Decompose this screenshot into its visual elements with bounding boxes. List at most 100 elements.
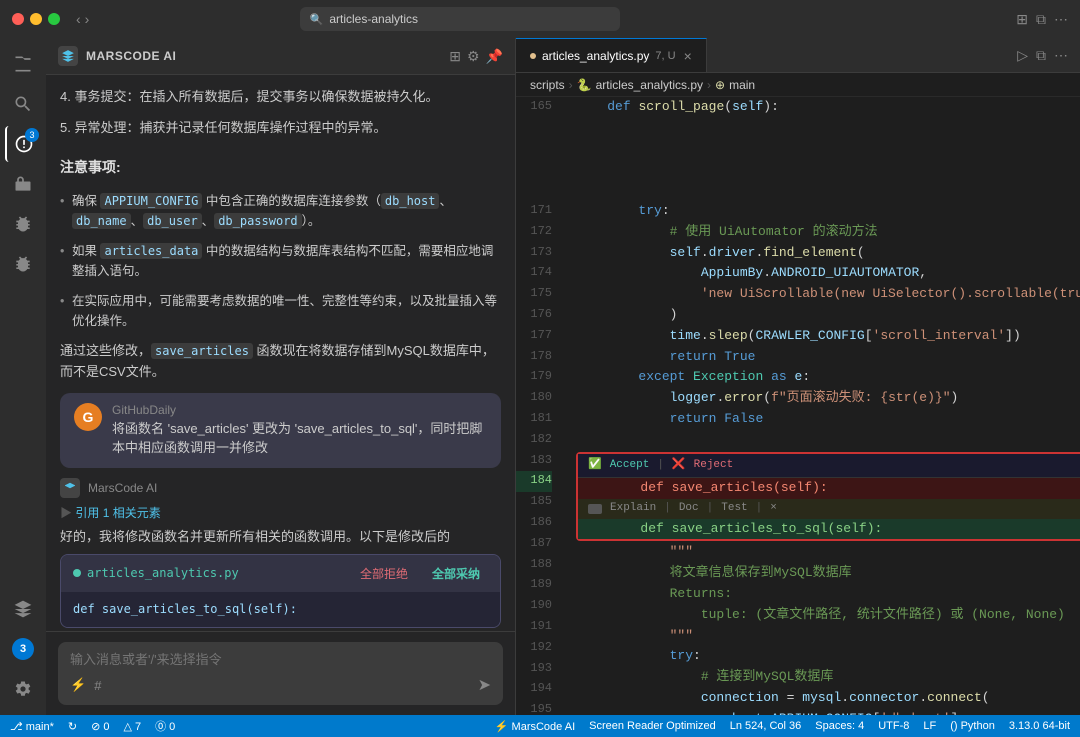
minimize-button[interactable] <box>30 13 42 25</box>
code-line-177: time.sleep(CRAWLER_CONFIG['scroll_interv… <box>576 326 1080 347</box>
user-avatar: G <box>74 403 102 431</box>
chat-intro-line-2: 5. 异常处理：捕获并记录任何数据库操作过程中的异常。 <box>60 118 501 139</box>
titlebar: ‹ › 🔍 articles-analytics ⊞ ⧉ ⋯ <box>0 0 1080 38</box>
file-status-dot <box>73 569 81 577</box>
info-status[interactable]: ⓪ 0 <box>155 718 175 734</box>
tab-filename: articles_analytics.py <box>542 49 649 63</box>
user-message: G GitHubDaily 将函数名 'save_articles' 更改为 '… <box>60 393 501 468</box>
errors-status[interactable]: ⊘ 0 <box>91 720 109 733</box>
activity-account[interactable]: 3 <box>5 631 41 667</box>
sync-status[interactable]: ↻ <box>68 720 77 733</box>
ai-message: MarsCode AI ▶ 引用 1 相关元素 好的，我将修改函数名并更新所有相… <box>60 478 501 631</box>
file-name-badge: articles_analytics.py <box>73 566 239 580</box>
inline-close-btn[interactable]: × <box>770 500 777 518</box>
code-line-187: Returns: <box>576 584 1080 605</box>
test-btn[interactable]: Test <box>721 500 747 518</box>
activity-bar: 3 3 <box>0 38 46 715</box>
active-tab[interactable]: articles_analytics.py 7, U × <box>516 38 707 72</box>
input-bottom-bar: ⚡ # ➤ <box>70 675 491 695</box>
editor-area: articles_analytics.py 7, U × ▷ ⧉ ⋯ scrip… <box>516 38 1080 715</box>
nav-forward-icon[interactable]: › <box>85 11 90 27</box>
global-search[interactable]: 🔍 articles-analytics <box>300 7 620 31</box>
code-line-173: self.driver.find_element( <box>576 243 1080 264</box>
activity-extensions[interactable] <box>5 246 41 282</box>
ai-logo <box>60 478 80 498</box>
activity-git[interactable] <box>5 166 41 202</box>
code-editor[interactable]: 165 171 172 173 174 175 176 177 178 179 … <box>516 97 1080 715</box>
activity-debug[interactable] <box>5 206 41 242</box>
accept-button[interactable]: Accept <box>610 457 650 475</box>
more-icon[interactable]: ⋯ <box>1054 47 1068 64</box>
warnings-status[interactable]: △ 7 <box>123 720 141 733</box>
language-status[interactable]: () Python <box>950 720 995 733</box>
spaces-status[interactable]: Spaces: 4 <box>815 720 864 733</box>
code-line-blank3 <box>576 159 1080 180</box>
layout-icon[interactable]: ⊞ <box>1016 11 1028 28</box>
activity-ai[interactable]: 3 <box>5 126 41 162</box>
tab-close-icon[interactable]: × <box>684 48 692 64</box>
tab-badge: 7, U <box>655 50 675 62</box>
settings-icon[interactable]: ⋯ <box>1054 11 1068 28</box>
code-line-186: 将文章信息保存到MySQL数据库 <box>576 563 1080 584</box>
input-area: ⚡ # ➤ <box>46 631 515 715</box>
input-box: ⚡ # ➤ <box>58 642 503 705</box>
reject-button[interactable]: Reject <box>694 457 734 475</box>
breadcrumb-file[interactable]: articles_analytics.py <box>596 78 703 92</box>
reject-icon: ❌ <box>672 457 686 475</box>
accept-all-button[interactable]: 全部采纳 <box>424 563 488 584</box>
position-status[interactable]: Ln 524, Col 36 <box>730 720 802 733</box>
split-icon[interactable]: ⧉ <box>1036 11 1046 28</box>
activity-marscode[interactable] <box>5 591 41 627</box>
ai-header: MarsCode AI <box>60 478 501 498</box>
git-branch-icon: ⎇ <box>10 721 23 733</box>
reject-all-button[interactable]: 全部拒绝 <box>352 563 416 584</box>
branch-status[interactable]: ⎇ main* <box>10 720 54 733</box>
file-change-body: def save_articles_to_sql(self): <box>61 592 500 627</box>
user-name: GitHubDaily <box>112 403 487 417</box>
code-line-192: connection = mysql.connector.connect( <box>576 688 1080 709</box>
bullet-1: 确保 APPIUM_CONFIG 中包含正确的数据库连接参数（db_host、d… <box>60 191 501 231</box>
explain-btn[interactable]: Explain <box>610 500 656 518</box>
settings-chat-icon[interactable]: ⚙ <box>467 48 480 65</box>
pin-icon[interactable]: 📌 <box>486 48 503 65</box>
ai-ref: ▶ 引用 1 相关元素 <box>60 504 501 521</box>
nav-arrows: ‹ › <box>76 11 89 27</box>
diff-block: ✅ Accept | ❌ Reject def save_articles(se… <box>576 452 1080 542</box>
file-code-preview: def save_articles_to_sql(self): <box>73 600 488 619</box>
bullet-2: 如果 articles_data 中的数据结构与数据库表结构不匹配，需要相应地调… <box>60 241 501 281</box>
code-line-185: """ <box>576 542 1080 563</box>
titlebar-right: ⊞ ⧉ ⋯ <box>1016 11 1068 28</box>
plugin-status[interactable]: ⚡ MarsCode AI <box>495 720 575 733</box>
python-version-status[interactable]: 3.13.0 64-bit <box>1009 720 1070 733</box>
search-text: articles-analytics <box>329 12 418 26</box>
traffic-lights <box>12 13 60 25</box>
screen-reader-status[interactable]: Screen Reader Optimized <box>589 720 716 733</box>
code-line-179: except Exception as e: <box>576 367 1080 388</box>
chat-input[interactable] <box>70 652 491 667</box>
breadcrumb-scripts[interactable]: scripts <box>530 78 565 92</box>
code-line-178: return True <box>576 347 1080 368</box>
split-editor-icon[interactable]: ⧉ <box>1036 47 1046 64</box>
add-chat-icon[interactable]: ⊞ <box>449 48 461 65</box>
chat-panel: MARSCODE AI ⊞ ⚙ 📌 4. 事务提交：在插入所有数据后，提交事务以… <box>46 38 516 715</box>
code-line-blank1 <box>576 118 1080 139</box>
code-line-181: return False <box>576 409 1080 430</box>
close-button[interactable] <box>12 13 24 25</box>
eol-status[interactable]: LF <box>923 720 936 733</box>
encoding-status[interactable]: UTF-8 <box>878 720 909 733</box>
ref-link[interactable]: 引用 1 相关元素 <box>75 506 160 520</box>
breadcrumb-symbol[interactable]: main <box>729 78 755 92</box>
doc-btn[interactable]: Doc <box>679 500 699 518</box>
send-button[interactable]: ➤ <box>478 675 491 695</box>
activity-files[interactable] <box>5 46 41 82</box>
run-icon[interactable]: ▷ <box>1017 47 1028 64</box>
breadcrumb: scripts › 🐍 articles_analytics.py › ⊕ ma… <box>516 73 1080 97</box>
activity-settings[interactable] <box>5 671 41 707</box>
hash-icon[interactable]: # <box>94 678 101 693</box>
marscode-logo <box>58 46 78 66</box>
activity-search[interactable] <box>5 86 41 122</box>
status-bar-right: ⚡ MarsCode AI Screen Reader Optimized Ln… <box>495 720 1070 733</box>
nav-back-icon[interactable]: ‹ <box>76 11 81 27</box>
lightning-icon[interactable]: ⚡ <box>70 677 86 693</box>
maximize-button[interactable] <box>48 13 60 25</box>
